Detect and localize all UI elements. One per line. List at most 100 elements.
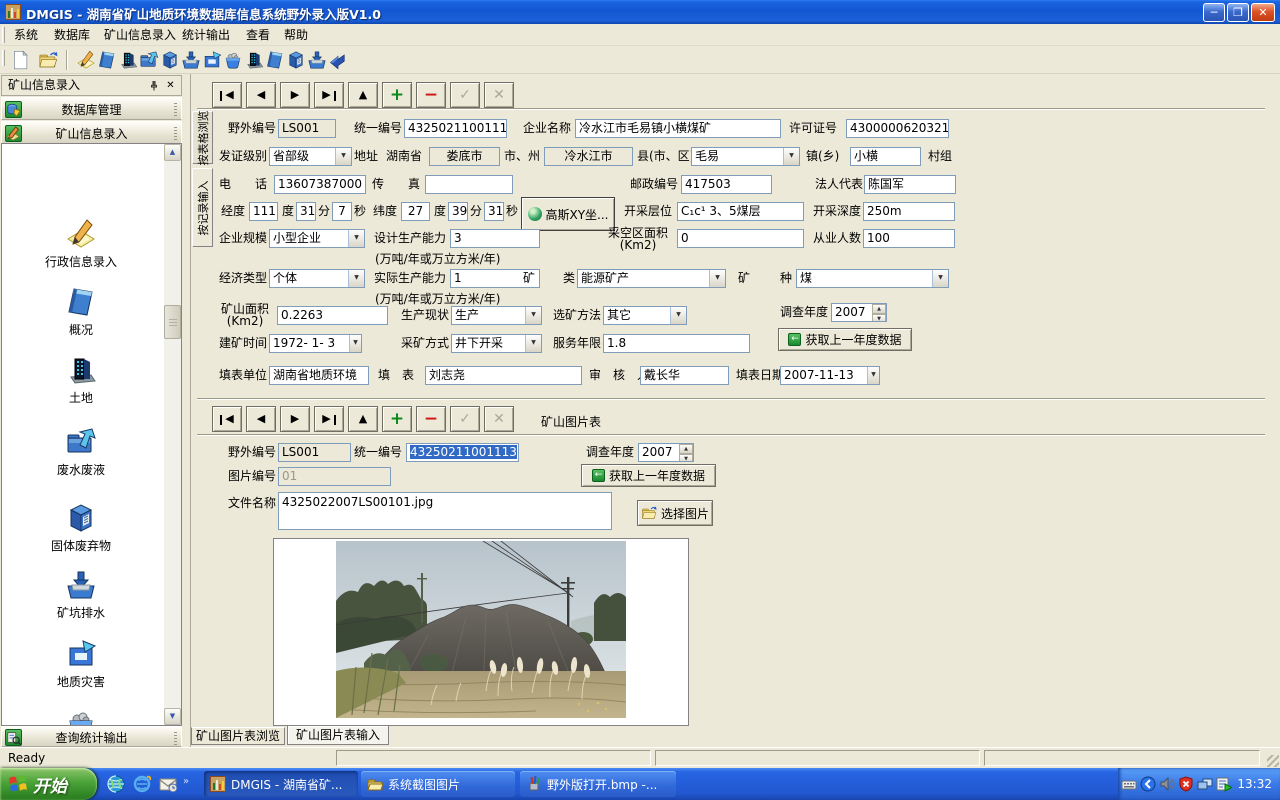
menubar-grip[interactable] (2, 27, 5, 43)
menu-database[interactable]: 数据库 (48, 24, 96, 46)
city-box[interactable]: 娄底市 (429, 147, 500, 166)
lat-deg-input[interactable]: 27 (401, 202, 430, 221)
reviewer-input[interactable]: 戴长华 (640, 366, 729, 385)
town-input[interactable]: 小横 (850, 147, 921, 166)
scroll-up-icon[interactable]: ▲ (164, 144, 181, 161)
nav2-add-button[interactable]: + (382, 406, 412, 432)
nav1-last-button[interactable]: ▶ (314, 82, 344, 108)
spin-up-icon[interactable]: ▲ (872, 304, 886, 314)
toolbar-grip[interactable] (2, 50, 5, 66)
econ-type-select[interactable]: 个体▼ (269, 269, 365, 288)
file-name-input[interactable]: 4325022007LS00101.jpg (278, 492, 612, 530)
taskbar-window-dmgis[interactable]: DMGIS - 湖南省矿... (204, 771, 358, 797)
nav2-next-button[interactable]: ▶ (280, 406, 310, 432)
gauss-xy-button[interactable]: 高斯XY坐... (521, 197, 615, 231)
toolbar-land-survey-icon[interactable] (223, 50, 243, 70)
menu-mine-info-entry[interactable]: 矿山信息录入 (98, 24, 182, 46)
mine-kind-select[interactable]: 煤▼ (796, 269, 949, 288)
start-button[interactable]: 开始 (0, 768, 97, 800)
close-panel-icon[interactable]: ✕ (163, 79, 178, 93)
sidebar-item-wastewater[interactable]: 废水废液 (2, 426, 160, 477)
sidebar-item-admin-info[interactable]: 行政信息录入 (2, 218, 160, 269)
fill-person-input[interactable]: 刘志尧 (425, 366, 582, 385)
toolbar-solid-waste-icon[interactable] (160, 50, 180, 70)
license-input[interactable]: 4300000620321 (846, 119, 949, 138)
sidebar-group-database[interactable]: 数据库管理 (1, 97, 182, 120)
county-select[interactable]: 毛易▼ (691, 147, 800, 166)
nav1-up-button[interactable]: ▲ (348, 82, 378, 108)
chevron-down-icon[interactable]: ▼ (525, 335, 541, 352)
survey-year-spinner[interactable]: 2007 ▲▼ (831, 303, 887, 322)
quicklaunch-globe-icon[interactable] (106, 774, 126, 794)
fetch-previous-year-button[interactable]: ← 获取上一年度数据 (778, 328, 912, 351)
pic-unified-no-input[interactable]: 43250211001113 (406, 443, 519, 462)
beneficiation-select[interactable]: 其它▼ (603, 306, 687, 325)
toolbar-export-icon[interactable] (328, 50, 348, 70)
fill-date-select[interactable]: 2007-11-13▼ (780, 366, 880, 385)
restore-button[interactable]: ❐ (1227, 3, 1249, 22)
nav2-last-button[interactable]: ▶ (314, 406, 344, 432)
chevron-down-icon[interactable]: ▼ (349, 335, 361, 352)
toolbar-hazard-icon[interactable] (202, 50, 222, 70)
lon-sec-input[interactable]: 7 (332, 202, 352, 221)
lon-min-input[interactable]: 31 (296, 202, 316, 221)
chevron-down-icon[interactable]: ▼ (348, 230, 364, 247)
sidebar-item-land-survey[interactable]: 土地调查 (2, 708, 160, 726)
pic-no-input[interactable]: 01 (278, 467, 391, 486)
chevron-down-icon[interactable]: ▼ (670, 307, 686, 324)
chevron-down-icon[interactable]: ▼ (348, 270, 364, 287)
tab-picture-input[interactable]: 矿山图片表输入 (287, 725, 389, 745)
workers-input[interactable]: 100 (863, 229, 955, 248)
sidebar-item-geo-hazard[interactable]: 地质灾害 (2, 638, 160, 689)
tab-table-browse[interactable]: 按表格浏览 (192, 111, 213, 164)
nav1-delete-button[interactable]: − (416, 82, 446, 108)
fill-unit-input[interactable]: 湖南省地质环境 (269, 366, 369, 385)
mine-area-input[interactable]: 0.2263 (277, 306, 388, 325)
new-file-icon[interactable] (10, 50, 30, 70)
fax-input[interactable] (425, 175, 513, 194)
nav2-delete-button[interactable]: − (416, 406, 446, 432)
toolbar-box-icon[interactable] (307, 50, 327, 70)
sidebar-scrollbar[interactable]: ▲ ▼ (164, 144, 181, 725)
nav1-first-button[interactable]: ◀ (212, 82, 242, 108)
spin-up-icon[interactable]: ▲ (679, 444, 693, 454)
quicklaunch-mail-icon[interactable] (158, 774, 178, 794)
nav2-first-button[interactable]: ◀ (212, 406, 242, 432)
sidebar-item-solid-waste[interactable]: 固体废弃物 (2, 502, 160, 553)
sidebar-item-mine-drainage[interactable]: 矿坑排水 (2, 569, 160, 620)
nav2-cancel-button[interactable]: ✕ (484, 406, 514, 432)
lat-min-input[interactable]: 39 (448, 202, 468, 221)
toolbar-wastewater-icon[interactable] (139, 50, 159, 70)
cert-level-select[interactable]: 省部级▼ (269, 147, 352, 166)
chevron-down-icon[interactable]: ▼ (525, 307, 541, 324)
volume-icon[interactable] (1159, 776, 1175, 792)
prod-status-select[interactable]: 生产▼ (451, 306, 542, 325)
phone-input[interactable]: 13607387000 (274, 175, 366, 194)
design-capacity-input[interactable]: 3 (450, 229, 540, 248)
sidebar-item-overview[interactable]: 概况 (2, 286, 160, 337)
quicklaunch-ie-icon[interactable] (132, 774, 152, 794)
network-icon[interactable] (1197, 776, 1213, 792)
depth-input[interactable]: 250m (863, 202, 955, 221)
prefecture-box[interactable]: 冷水江市 (544, 147, 633, 166)
toolbar-building-icon[interactable] (244, 50, 264, 70)
sidebar-group-mine-entry[interactable]: 矿山信息录入 (1, 121, 182, 144)
spin-down-icon[interactable]: ▼ (872, 314, 886, 322)
chevron-down-icon[interactable]: ▼ (335, 148, 351, 165)
toolbar-admin-entry-icon[interactable] (76, 50, 96, 70)
sidebar-group-query-output[interactable]: 查询统计输出 (1, 726, 182, 747)
scrollbar-thumb[interactable] (164, 305, 181, 339)
pin-icon[interactable] (146, 79, 161, 93)
postcode-input[interactable]: 417503 (681, 175, 772, 194)
scroll-down-icon[interactable]: ▼ (164, 708, 181, 725)
unified-no-input[interactable]: 43250211001113 (404, 119, 507, 138)
toolbar-land-icon[interactable] (118, 50, 138, 70)
nav1-add-button[interactable]: + (382, 82, 412, 108)
toolbar-buildings-icon[interactable] (286, 50, 306, 70)
chevron-down-icon[interactable]: ▼ (783, 148, 799, 165)
nav1-next-button[interactable]: ▶ (280, 82, 310, 108)
taskbar-window-folder[interactable]: 系统截图图片 (361, 771, 515, 797)
taskbar-window-bmp[interactable]: 野外版打开.bmp -... (520, 771, 676, 797)
sidebar-item-land[interactable]: 土地 (2, 354, 160, 405)
spin-down-icon[interactable]: ▼ (679, 454, 693, 462)
